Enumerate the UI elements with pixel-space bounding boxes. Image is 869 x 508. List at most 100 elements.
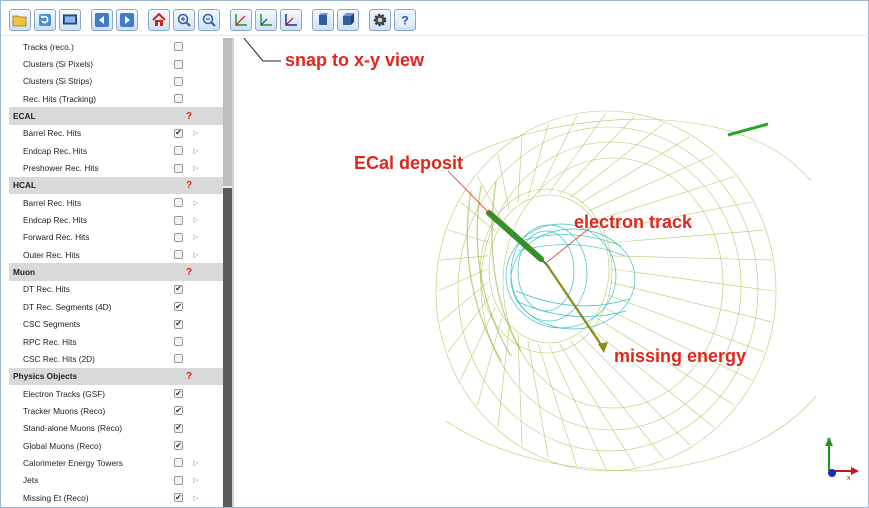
visibility-checkbox[interactable]	[174, 76, 183, 86]
barrel-spoke	[610, 255, 772, 261]
zoom-in-icon	[177, 13, 191, 27]
visibility-checkbox[interactable]: ✔	[174, 493, 183, 503]
sidebar-item[interactable]: Endcap Rec. Hits ▷	[9, 142, 223, 159]
monitor-icon	[63, 14, 77, 25]
expand-arrow-icon[interactable]: ▷	[193, 164, 201, 172]
zoom-out-button[interactable]	[198, 9, 220, 31]
sidebar-item-label: Forward Rec. Hits	[23, 232, 90, 243]
sidebar-item[interactable]: CSC Segments ✔	[9, 316, 223, 333]
expand-arrow-icon[interactable]: ▷	[193, 199, 201, 207]
help-button[interactable]: ?	[394, 9, 416, 31]
visibility-checkbox[interactable]: ✔	[174, 319, 183, 329]
barrel-spoke	[437, 268, 488, 292]
sidebar-group-header: ECAL?	[9, 107, 223, 125]
group-help-icon[interactable]: ?	[179, 267, 199, 278]
sidebar-item-label: Endcap Rec. Hits	[23, 145, 88, 156]
sidebar-item[interactable]: Outer Rec. Hits ▷	[9, 246, 223, 263]
visibility-checkbox[interactable]	[174, 94, 183, 104]
visibility-checkbox[interactable]	[174, 198, 183, 208]
sidebar-item[interactable]: Tracks (reco.)	[9, 38, 223, 55]
sidebar-item[interactable]: Electron Tracks (GSF) ✔	[9, 385, 223, 402]
group-help-icon[interactable]: ?	[179, 111, 199, 122]
home-view-button[interactable]	[148, 9, 170, 31]
visibility-checkbox[interactable]	[174, 42, 183, 52]
event-viewport[interactable]: y x	[235, 38, 867, 507]
sidebar-item[interactable]: Preshower Rec. Hits ▷	[9, 159, 223, 176]
scrollbar-thumb[interactable]	[223, 38, 232, 186]
visibility-checkbox[interactable]	[174, 250, 183, 260]
next-button[interactable]	[116, 9, 138, 31]
sidebar-item[interactable]: RPC Rec. Hits	[9, 333, 223, 350]
sidebar-item[interactable]: Barrel Rec. Hits ▷	[9, 194, 223, 211]
visibility-checkbox[interactable]	[174, 59, 183, 69]
sidebar-item[interactable]: Barrel Rec. Hits ✔ ▷	[9, 125, 223, 142]
snap-xz-view-button[interactable]	[280, 9, 302, 31]
sidebar-item[interactable]: Endcap Rec. Hits ▷	[9, 211, 223, 228]
visibility-checkbox[interactable]	[174, 232, 183, 242]
sidebar-item[interactable]: DT Rec. Hits ✔	[9, 281, 223, 298]
sidebar-item[interactable]: Clusters (Si Pixels)	[9, 55, 223, 72]
sidebar-item[interactable]: Stand-alone Muons (Reco) ✔	[9, 420, 223, 437]
visibility-checkbox[interactable]: ✔	[174, 389, 183, 399]
sidebar-item[interactable]: DT Rec. Segments (4D) ✔	[9, 298, 223, 315]
axes-yz-icon	[260, 14, 272, 26]
expand-arrow-icon[interactable]: ▷	[193, 147, 201, 155]
help-icon: ?	[398, 13, 412, 28]
expand-arrow-icon[interactable]: ▷	[193, 233, 201, 241]
panel-divider[interactable]	[232, 38, 234, 507]
snap-leader-line	[243, 38, 281, 62]
tracker-wireframe	[505, 223, 636, 330]
electron-track-annotation: electron track	[574, 212, 693, 232]
perspective-view-button[interactable]	[312, 9, 334, 31]
previous-button[interactable]	[91, 9, 113, 31]
visibility-checkbox[interactable]: ✔	[174, 441, 183, 451]
expand-arrow-icon[interactable]: ▷	[193, 129, 201, 137]
expand-arrow-icon[interactable]: ▷	[193, 494, 201, 502]
visibility-checkbox[interactable]	[174, 146, 183, 156]
visibility-checkbox[interactable]	[174, 215, 183, 225]
visibility-checkbox[interactable]	[174, 354, 183, 364]
group-help-icon[interactable]: ?	[179, 180, 199, 191]
sidebar-item-label: Stand-alone Muons (Reco)	[23, 423, 123, 434]
axis-y-label: y	[827, 437, 831, 444]
sidebar-item[interactable]: Global Muons (Reco) ✔	[9, 437, 223, 454]
orthographic-view-button[interactable]	[337, 9, 359, 31]
sidebar-item[interactable]: Calorimeter Energy Towers ▷	[9, 454, 223, 471]
sidebar-scrollbar[interactable]	[223, 38, 232, 507]
visibility-checkbox[interactable]	[174, 337, 183, 347]
sidebar-item[interactable]: Jets ▷	[9, 472, 223, 489]
expand-arrow-icon[interactable]: ▷	[193, 216, 201, 224]
open-folder-button[interactable]	[9, 9, 31, 31]
expand-arrow-icon[interactable]: ▷	[193, 476, 201, 484]
group-help-icon[interactable]: ?	[179, 371, 199, 382]
visibility-checkbox[interactable]: ✔	[174, 128, 183, 138]
zoom-in-button[interactable]	[173, 9, 195, 31]
expand-arrow-icon[interactable]: ▷	[193, 251, 201, 259]
visibility-checkbox[interactable]: ✔	[174, 302, 183, 312]
sidebar-item[interactable]: CSC Rec. Hits (2D)	[9, 350, 223, 367]
scrollbar-track[interactable]	[223, 188, 232, 507]
sidebar-item[interactable]: Clusters (Si Strips)	[9, 73, 223, 90]
sidebar-item-label: Tracks (reco.)	[23, 41, 74, 52]
snap-xy-view-button[interactable]	[230, 9, 252, 31]
sidebar-item[interactable]: Tracker Muons (Reco) ✔	[9, 402, 223, 419]
reload-button[interactable]	[34, 9, 56, 31]
visibility-checkbox[interactable]	[174, 475, 183, 485]
sidebar-item[interactable]: Missing Et (Reco) ✔ ▷	[9, 489, 223, 506]
visibility-checkbox[interactable]	[174, 163, 183, 173]
sidebar-item[interactable]: Forward Rec. Hits ▷	[9, 229, 223, 246]
barrel-spoke	[548, 112, 607, 194]
snap-yz-view-button[interactable]	[255, 9, 277, 31]
sidebar-item-label: CSC Rec. Hits (2D)	[23, 353, 95, 364]
visibility-checkbox[interactable]	[174, 458, 183, 468]
sidebar-item-label: Preshower Rec. Hits	[23, 163, 99, 174]
screen-button[interactable]	[59, 9, 81, 31]
axes-xy-icon	[235, 14, 247, 26]
sidebar-item[interactable]: Rec. Hits (Tracking)	[9, 90, 223, 107]
visibility-checkbox[interactable]: ✔	[174, 423, 183, 433]
settings-button[interactable]	[369, 9, 391, 31]
expand-arrow-icon[interactable]: ▷	[193, 459, 201, 467]
visibility-checkbox[interactable]: ✔	[174, 406, 183, 416]
visibility-checkbox[interactable]: ✔	[174, 284, 183, 294]
toolbar: ?	[9, 9, 416, 33]
